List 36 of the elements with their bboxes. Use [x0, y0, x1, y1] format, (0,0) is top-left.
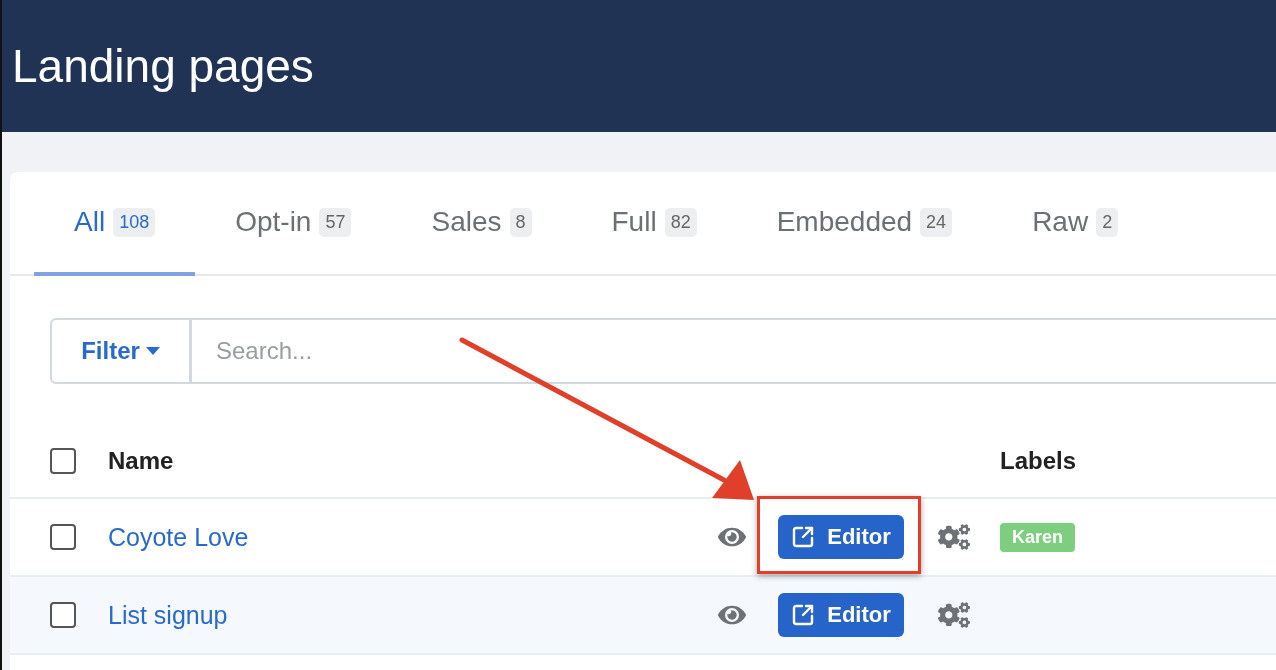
count-badge: 57	[319, 207, 352, 237]
tab[interactable]: Full 82	[571, 172, 737, 276]
page-title: Landing pages	[12, 39, 314, 93]
tab[interactable]: Opt-in 57	[195, 172, 392, 276]
page-name-link[interactable]: List signup	[108, 600, 228, 630]
external-link-icon	[791, 525, 816, 549]
checkbox[interactable]	[50, 524, 76, 550]
column-header: Labels	[1000, 446, 1077, 475]
tab[interactable]: Raw 2	[992, 172, 1159, 276]
tab[interactable]: All 108	[34, 172, 196, 276]
checkbox[interactable]	[50, 447, 76, 474]
count-badge: 24	[920, 207, 953, 237]
editor-button[interactable]: Editor	[778, 593, 904, 637]
caret-icon	[145, 347, 160, 355]
gears-icon[interactable]	[938, 599, 970, 631]
checkbox[interactable]	[50, 602, 76, 628]
count-badge: 2	[1096, 207, 1119, 237]
tab-label: Sales	[431, 206, 502, 238]
tab[interactable]: Embedded 24	[736, 172, 993, 276]
tab-label: Embedded	[776, 206, 913, 238]
label-tag: Karen	[1000, 522, 1076, 552]
tab[interactable]: Sales 8	[391, 172, 572, 276]
external-link-icon	[791, 603, 816, 627]
editor-button[interactable]: Editor	[778, 515, 904, 559]
tab-label: Raw	[1032, 206, 1089, 238]
search-field[interactable]: Search...	[192, 318, 1276, 384]
count-badge: 8	[509, 207, 532, 237]
count-badge: 108	[113, 207, 156, 237]
page-name-link[interactable]: Coyote Love	[108, 522, 249, 552]
column-header: Name	[108, 446, 174, 475]
count-badge: 82	[664, 207, 697, 237]
gears-icon[interactable]	[938, 521, 970, 553]
tab-label: Full	[611, 206, 657, 238]
tab-label: Opt-in	[235, 206, 312, 238]
filter-button[interactable]: Filter	[50, 318, 192, 384]
tab-label: All	[74, 206, 106, 238]
